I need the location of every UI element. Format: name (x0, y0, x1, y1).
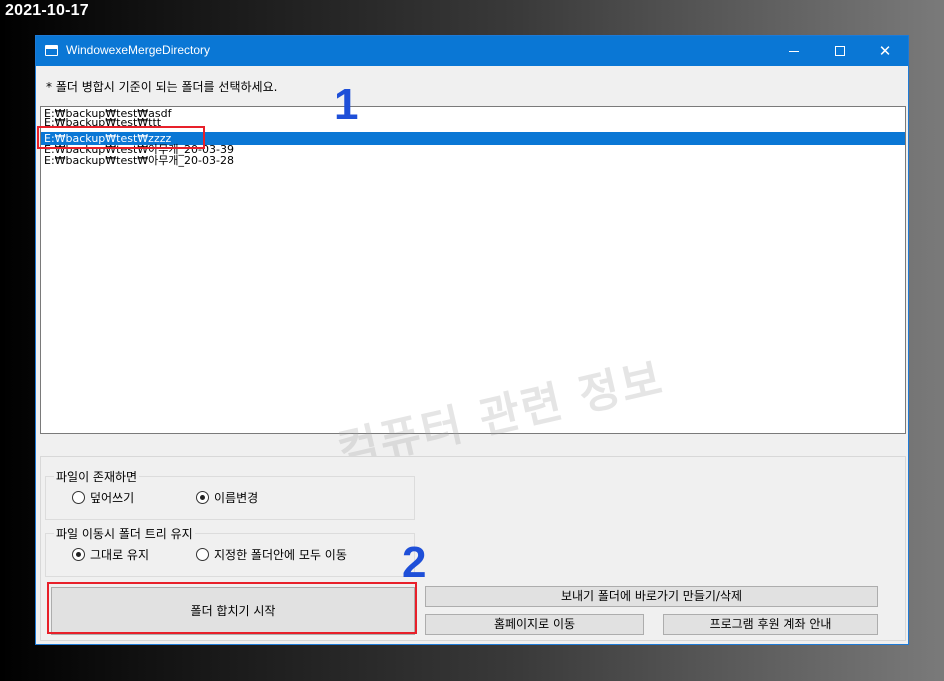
move-all-radio-label: 지정한 폴더안에 모두 이동 (214, 548, 347, 562)
donation-info-button[interactable]: 프로그램 후원 계좌 안내 (663, 614, 878, 635)
date-stamp: 2021-10-17 (5, 2, 89, 19)
radio-checked-icon (196, 491, 209, 504)
options-panel: 파일이 존재하면 덮어쓰기 이름변경 파일 이동시 폴더 트리 유지 그대로 유… (40, 456, 906, 641)
minimize-icon (789, 51, 799, 52)
rename-radio[interactable]: 이름변경 (196, 489, 258, 506)
minimize-button[interactable] (771, 36, 817, 66)
annotation-number: 1 (334, 80, 359, 129)
title-bar[interactable]: WindowexeMergeDirectory ✕ (36, 36, 908, 66)
keep-tree-radio-label: 그대로 유지 (90, 548, 150, 562)
homepage-button[interactable]: 홈페이지로 이동 (425, 614, 644, 635)
overwrite-radio[interactable]: 덮어쓰기 (72, 489, 134, 506)
close-icon: ✕ (878, 42, 892, 60)
file-exists-group-title: 파일이 존재하면 (54, 468, 140, 485)
folder-tree-group: 파일 이동시 폴더 트리 유지 그대로 유지 지정한 폴더안에 모두 이동 (45, 525, 415, 577)
move-all-radio[interactable]: 지정한 폴더안에 모두 이동 (196, 546, 347, 563)
window-title: WindowexeMergeDirectory (66, 43, 211, 57)
app-window-icon (45, 45, 58, 56)
app-window: WindowexeMergeDirectory ✕ * 폴더 병합시 기준이 되… (35, 35, 909, 645)
keep-tree-radio[interactable]: 그대로 유지 (72, 546, 149, 563)
folder-list-item[interactable]: E:₩backup₩test₩아무개_20-03-28 (41, 154, 905, 167)
sendto-shortcut-button[interactable]: 보내기 폴더에 바로가기 만들기/삭제 (425, 586, 878, 607)
folder-tree-group-title: 파일 이동시 폴더 트리 유지 (54, 525, 195, 542)
overwrite-radio-label: 덮어쓰기 (90, 491, 135, 505)
file-exists-group: 파일이 존재하면 덮어쓰기 이름변경 (45, 468, 415, 520)
radio-unchecked-icon (72, 491, 85, 504)
maximize-icon (835, 46, 845, 56)
folder-listbox[interactable]: E:₩backup₩test₩asdf E:₩backup₩test₩ttt E… (40, 106, 906, 477)
instruction-label: * 폴더 병합시 기준이 되는 폴더를 선택하세요. (46, 80, 278, 94)
maximize-button[interactable] (817, 36, 863, 66)
close-button[interactable]: ✕ (862, 36, 908, 66)
radio-checked-icon (72, 548, 85, 561)
radio-unchecked-icon (196, 548, 209, 561)
annotation-number: 2 (402, 538, 427, 587)
rename-radio-label: 이름변경 (214, 491, 259, 505)
merge-start-button[interactable]: 폴더 합치기 시작 (51, 587, 415, 635)
folder-list-item[interactable]: E:₩backup₩test₩ttt (41, 116, 905, 129)
